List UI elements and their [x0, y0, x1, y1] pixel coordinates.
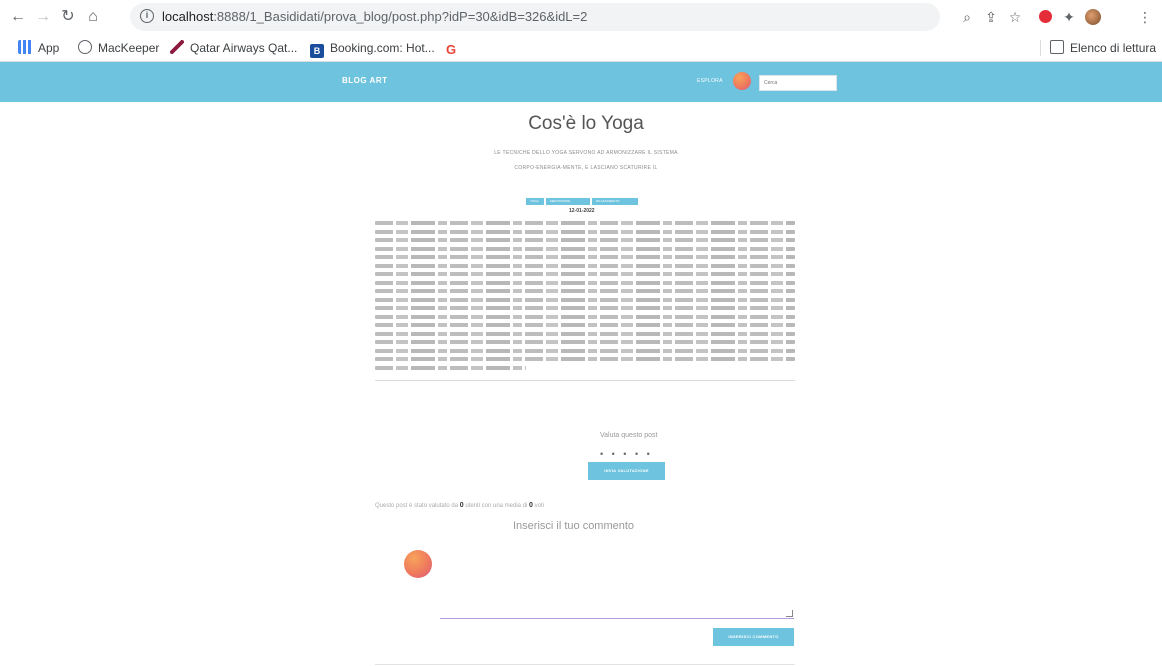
user-avatar[interactable] [733, 72, 751, 90]
rating-middle: utenti con una media di [465, 503, 528, 509]
bookmark-label: Booking.com: Hot... [330, 41, 435, 55]
rating-suffix: voti [534, 503, 544, 509]
bookmark-label: MacKeeper [98, 41, 160, 55]
rating-average: 0 [529, 502, 533, 509]
browser-toolbar: ← → ↻ ⌂ i localhost:8888/1_Basididati/pr… [0, 0, 1162, 34]
url-text: localhost:8888/1_Basididati/prova_blog/p… [162, 9, 587, 24]
site-brand[interactable]: BLOG ART [342, 76, 387, 85]
rating-stars[interactable]: • • • • • [600, 449, 653, 459]
post-body [375, 221, 795, 373]
comments-divider [375, 664, 795, 665]
apps-grid-icon [18, 40, 32, 54]
bookmark-google[interactable]: G [446, 39, 462, 57]
tag-badge[interactable]: MEDITAZIONE [546, 198, 590, 205]
reload-icon[interactable]: ↻ [58, 7, 78, 27]
post-subtitle-line-1: LE TECNICHE DELLO YOGA SERVONO AD ARMONI… [494, 150, 678, 156]
reading-list-icon [1050, 40, 1064, 54]
comment-textarea[interactable] [440, 540, 794, 619]
rating-prefix: Questo post è stato valutato da [375, 503, 459, 509]
profile-avatar-icon[interactable] [1084, 8, 1102, 26]
tag-badge[interactable]: RILASSAMENTO [592, 198, 638, 205]
forward-arrow-icon[interactable]: → [33, 7, 53, 27]
body-text-line [375, 221, 795, 225]
body-text-line [375, 348, 795, 353]
bookmark-mackeeper[interactable]: MacKeeper [78, 39, 159, 57]
extensions-puzzle-icon[interactable]: ✦ [1060, 8, 1078, 26]
commenter-avatar [404, 550, 432, 578]
bookmark-star-icon[interactable]: ☆ [1006, 8, 1024, 26]
reading-list[interactable]: Elenco di lettura [1050, 39, 1156, 57]
body-text-line [375, 272, 795, 276]
site-info-icon[interactable]: i [140, 9, 154, 23]
body-text-line [375, 340, 795, 344]
body-text-line [375, 297, 795, 302]
body-text-line [375, 331, 795, 336]
post-date: 12-01-2022 [569, 208, 595, 214]
google-icon: G [446, 42, 457, 57]
extension-red-icon[interactable] [1036, 8, 1054, 26]
menu-kebab-icon[interactable]: ⋮ [1136, 8, 1154, 26]
post-subtitle-line-2: CORPO-ENERGIA-MENTE, E LASCIANO SCATURIR… [514, 165, 658, 171]
bookmarks-divider [1040, 40, 1041, 56]
body-text-line [375, 365, 527, 370]
header-search-input[interactable] [759, 75, 837, 91]
body-text-line [375, 306, 795, 310]
header-explore-link[interactable]: ESPLORA [697, 78, 723, 84]
resize-handle-icon[interactable] [786, 610, 793, 617]
back-arrow-icon[interactable]: ← [8, 7, 28, 27]
url-path: :8888/1_Basididati/prova_blog/post.php?i… [213, 9, 588, 24]
body-text-line [375, 289, 795, 293]
url-host: localhost [162, 9, 214, 24]
body-text-line [375, 229, 795, 234]
submit-comment-button[interactable]: INSERISCI COMMENTO [713, 628, 794, 646]
body-text-line [375, 357, 795, 361]
bookmark-label: App [38, 41, 60, 55]
booking-icon: B [310, 44, 324, 58]
bookmark-label: Qatar Airways Qat... [190, 41, 298, 55]
site-header: BLOG ART ESPLORA [0, 62, 1162, 102]
zoom-icon[interactable]: ⌕ [958, 8, 976, 26]
bookmark-qatar-airways[interactable]: Qatar Airways Qat... [170, 39, 297, 57]
rating-user-count: 0 [459, 502, 464, 509]
qatar-airways-icon [170, 40, 184, 54]
vote-label: Valuta questo post [600, 432, 658, 439]
body-text-line [375, 323, 795, 327]
bookmark-booking[interactable]: B Booking.com: Hot... [310, 39, 435, 58]
body-text-line [375, 314, 795, 319]
submit-rating-button[interactable]: INVIA VALUTAZIONE [588, 462, 665, 480]
mackeeper-icon [78, 40, 92, 54]
comment-title: Inserisci il tuo commento [513, 520, 635, 532]
post-tags: YOGA MEDITAZIONE RILASSAMENTO [526, 198, 640, 205]
rating-summary: Questo post è stato valutato da 0 utenti… [375, 502, 544, 509]
post-divider [375, 380, 795, 381]
body-text-line [375, 238, 795, 242]
home-icon[interactable]: ⌂ [83, 7, 103, 27]
body-text-line [375, 280, 795, 285]
tag-badge[interactable]: YOGA [526, 198, 544, 205]
body-text-line [375, 255, 795, 259]
address-bar[interactable]: i localhost:8888/1_Basididati/prova_blog… [130, 3, 940, 31]
post-title: Cos'è lo Yoga [528, 113, 644, 134]
bookmark-apps[interactable]: App [18, 39, 59, 57]
body-text-line [375, 246, 795, 251]
body-text-line [375, 263, 795, 268]
bookmarks-bar: App MacKeeper Qatar Airways Qat... B Book… [0, 34, 1162, 62]
share-icon[interactable]: ⇪ [982, 8, 1000, 26]
reading-list-label: Elenco di lettura [1070, 41, 1157, 55]
